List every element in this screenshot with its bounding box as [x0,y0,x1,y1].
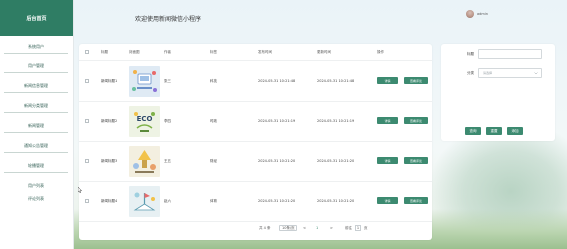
row-title: 新闻标题1 [101,79,118,83]
sidebar-item-user-management[interactable]: 用户管理 [4,59,68,73]
row-update-time: 2024-05-31 10:21:20 [317,199,355,203]
row-checkbox[interactable] [85,119,89,123]
goto-page-suffix: 页 [364,226,368,230]
row-update-time: 2024-05-31 10:21:19 [317,119,355,123]
header: 欢迎使用新闻微信小程序 admin [73,0,567,37]
row-author: 王五 [164,159,171,163]
row-cover-image: ECO [129,106,160,137]
column-header-title: 标题 [101,50,108,54]
category-filter-placeholder: 请选择 [483,71,493,75]
row-author: 赵六 [164,199,171,203]
svg-text:ECO: ECO [137,115,153,123]
view-comments-button[interactable]: 查看评论 [404,117,428,124]
detail-button[interactable]: 详情 [377,157,398,164]
sidebar-item-comment-list[interactable]: 评论列表 [4,192,68,205]
column-header-update-time: 更新时间 [317,50,331,54]
prev-page-button[interactable]: < [303,226,306,230]
sidebar-item-system-users[interactable]: 系统用户 [4,40,68,54]
detail-button[interactable]: 详情 [377,77,398,84]
row-update-time: 2024-05-31 10:21:20 [317,159,355,163]
row-title: 新闻标题3 [101,159,118,163]
row-update-time: 2024-05-31 10:21:48 [317,79,355,83]
sidebar-item-user-list[interactable]: 用户列表 [4,179,68,192]
news-table-panel: 标题 封面图 作者 标签 发布时间 更新时间 操作 新闻标题1 张三 科技 20… [79,44,432,240]
table-row: 新闻标题2 ECO 李四 时政 2024-05-31 10:21:19 2024… [79,102,432,142]
title-filter-input[interactable] [478,49,542,59]
column-header-cover: 封面图 [129,50,140,54]
title-filter-label: 标题 [467,52,474,56]
chevron-down-icon [534,72,538,75]
row-tag: 科技 [210,79,217,83]
column-header-author: 作者 [164,50,171,54]
detail-button[interactable]: 详情 [377,197,398,204]
row-title: 新闻标题2 [101,119,118,123]
sidebar-item-carousel[interactable]: 轮播管理 [4,159,68,173]
column-header-publish-time: 发布时间 [258,50,272,54]
row-checkbox[interactable] [85,159,89,163]
sidebar-item-notice[interactable]: 通知公告管理 [4,139,68,153]
column-header-actions: 操作 [377,50,384,54]
row-title: 新闻标题4 [101,199,118,203]
sidebar-home-title[interactable]: 后台首页 [0,0,73,36]
view-comments-button[interactable]: 查看评论 [404,157,428,164]
select-all-checkbox[interactable] [85,50,89,54]
row-publish-time: 2024-05-31 10:21:48 [258,79,296,83]
row-publish-time: 2024-05-31 10:21:20 [258,159,296,163]
row-author: 李四 [164,119,171,123]
row-checkbox[interactable] [85,199,89,203]
query-button[interactable]: 查询 [465,127,481,135]
goto-page-input[interactable]: 1 [355,225,361,231]
table-row: 新闻标题1 张三 科技 2024-05-31 10:21:48 2024-05-… [79,62,432,102]
row-tag: 财经 [210,159,217,163]
sidebar-item-news-info[interactable]: 新闻信息管理 [4,79,68,93]
category-filter-label: 分类 [467,71,474,75]
row-tag: 时政 [210,119,217,123]
detail-button[interactable]: 详情 [377,117,398,124]
page-number-current[interactable]: 1 [316,226,318,230]
view-comments-button[interactable]: 查看评论 [404,77,428,84]
column-header-tag: 标签 [210,50,217,54]
sidebar-item-news[interactable]: 新闻管理 [4,119,68,133]
row-author: 张三 [164,79,171,83]
row-checkbox[interactable] [85,79,89,83]
username[interactable]: admin [477,12,488,16]
row-cover-image [129,186,160,217]
row-cover-image [129,66,160,97]
page-size-select[interactable]: 10条/页 [279,225,297,231]
next-page-button[interactable]: > [330,226,333,230]
pagination-total: 共 4 条 [259,226,271,230]
sidebar: 后台首页 系统用户 用户管理 新闻信息管理 新闻分类管理 新闻管理 通知公告管理… [0,0,74,249]
view-comments-button[interactable]: 查看评论 [404,197,428,204]
row-publish-time: 2024-05-31 10:21:20 [258,199,296,203]
page-title: 欢迎使用新闻微信小程序 [135,16,202,23]
reset-button[interactable]: 重置 [486,127,502,135]
row-cover-image [129,146,160,177]
category-filter-select[interactable]: 请选择 [478,68,542,78]
goto-label: 前往 [345,226,352,230]
table-row: 新闻标题4 赵六 体育 2024-05-31 10:21:20 2024-05-… [79,182,432,222]
table-row: 新闻标题3 王五 财经 2024-05-31 10:21:20 2024-05-… [79,142,432,182]
row-publish-time: 2024-05-31 10:21:19 [258,119,296,123]
table-header: 标题 封面图 作者 标签 发布时间 更新时间 操作 [79,44,432,61]
search-panel: 标题 分类 请选择 查询 重置 添加 [441,44,555,141]
sidebar-item-news-category[interactable]: 新闻分类管理 [4,99,68,113]
avatar[interactable] [466,10,474,18]
add-button[interactable]: 添加 [507,127,523,135]
mouse-cursor-icon [78,187,82,193]
row-tag: 体育 [210,199,217,203]
